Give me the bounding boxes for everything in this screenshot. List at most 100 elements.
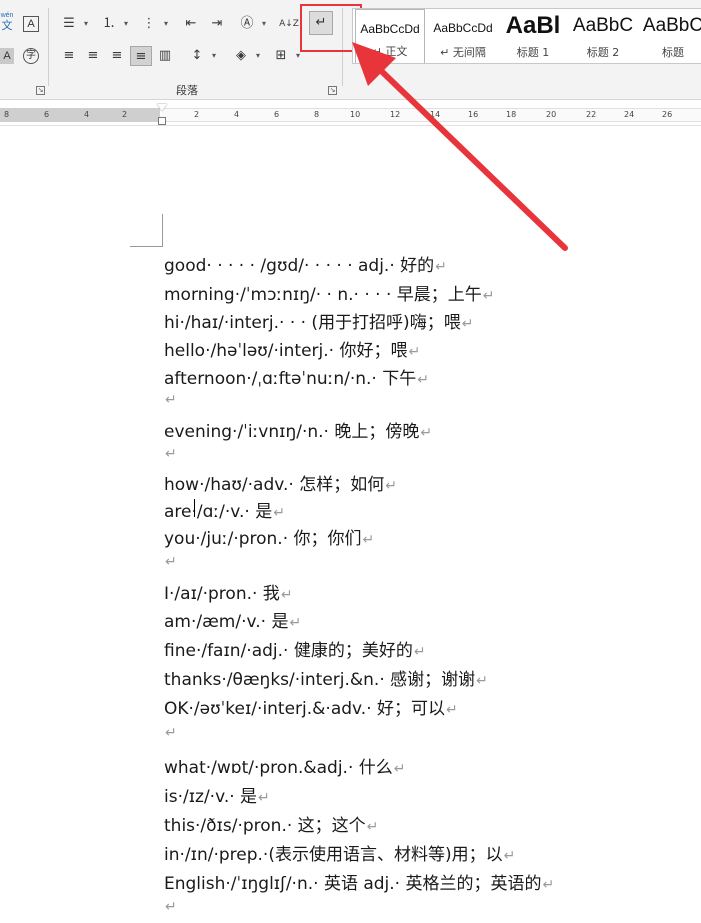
- left-indent-marker[interactable]: [158, 117, 166, 125]
- line-text: I·/aɪ/·pron.· 我: [164, 584, 280, 604]
- vocab-line[interactable]: am·/æm/·v.· 是↵: [164, 607, 301, 632]
- line-text: morning·/ˈmɔːnɪŋ/· · n.· · · · 早晨；上午: [164, 285, 482, 305]
- paragraph-mark: ↵: [542, 877, 555, 893]
- style-sample: AaBbCcDd: [433, 21, 493, 35]
- ruler-tick: 14: [430, 110, 441, 119]
- paragraph-mark: ↵: [476, 673, 488, 689]
- ruler-tick: 6: [274, 110, 280, 119]
- line-text: you·/juː/·pron.· 你；你们: [164, 529, 362, 549]
- horizontal-ruler[interactable]: 8 6 4 2 2 4 6 8 10 12 14 16 18 20 22 24 …: [0, 104, 701, 126]
- character-border-button[interactable]: A: [23, 16, 39, 32]
- ruler-tick: 8: [4, 110, 10, 119]
- vocab-line[interactable]: thanks·/θæŋks/·interj.&n.· 感谢；谢谢↵: [164, 665, 488, 690]
- phonetic-guide-button[interactable]: wén 文: [0, 12, 14, 36]
- style-heading-2[interactable]: AaBbC 标题 2: [571, 9, 635, 63]
- paragraph-mark: ↵: [258, 790, 270, 806]
- vocab-line[interactable]: OK·/əʊˈkeɪ/·interj.&·adv.· 好；可以↵: [164, 694, 458, 719]
- vocab-line[interactable]: good· · · · · /gʊd/· · · · · adj.· 好的↵: [164, 251, 447, 276]
- style-heading-1[interactable]: AaBl 标题 1: [499, 9, 567, 63]
- font-dialog-launcher[interactable]: ↘: [36, 86, 45, 95]
- paragraph-mark: ↵: [273, 505, 285, 521]
- align-left-button[interactable]: ≡: [58, 46, 80, 66]
- empty-line[interactable]: ↵: [164, 389, 177, 409]
- vocab-line[interactable]: English·/ˈɪŋglɪʃ/·n.· 英语 adj.· 英格兰的；英语的↵: [164, 869, 554, 894]
- paragraph-mark: ↵: [366, 819, 379, 835]
- borders-button[interactable]: ⊞: [270, 46, 300, 66]
- numbering-button[interactable]: ⒈: [98, 14, 128, 34]
- empty-line[interactable]: ↵: [164, 722, 177, 742]
- vocab-line[interactable]: are·/ɑː/·v.· 是↵: [164, 497, 285, 522]
- paragraph-dialog-launcher[interactable]: ↘: [328, 86, 337, 95]
- ruler-tick: 2: [194, 110, 200, 119]
- style-name: ↵ 正文: [372, 45, 408, 58]
- style-normal[interactable]: AaBbCcDd ↵ 正文: [355, 9, 425, 63]
- vocab-line[interactable]: morning·/ˈmɔːnɪŋ/· · n.· · · · 早晨；上午↵: [164, 280, 495, 305]
- vocab-line[interactable]: how·/haʊ/·adv.· 怎样；如何↵: [164, 470, 397, 495]
- vocab-line[interactable]: fine·/faɪn/·adj.· 健康的；美好的↵: [164, 636, 426, 661]
- line-text: evening·/ˈiːvnɪŋ/·n.· 晚上；傍晚: [164, 422, 420, 442]
- vocab-line[interactable]: I·/aɪ/·pron.· 我↵: [164, 579, 293, 604]
- line-text: hi·/haɪ/·interj.· · · (用于打招呼)嗨；喂: [164, 313, 461, 333]
- ruler-margin-area: [0, 108, 160, 122]
- line-text: fine·/faɪn/·adj.· 健康的；美好的: [164, 641, 413, 661]
- text-cursor: [194, 499, 195, 517]
- vocab-line[interactable]: this·/ðɪs/·pron.· 这；这个↵: [164, 811, 378, 836]
- justify-button[interactable]: ≡: [130, 46, 152, 66]
- style-name: 标题: [662, 46, 684, 59]
- enclose-characters-button[interactable]: 字: [23, 48, 39, 64]
- increase-indent-button[interactable]: ⇥: [206, 14, 228, 34]
- paragraph-mark: ↵: [362, 532, 375, 548]
- empty-line[interactable]: ↵: [164, 896, 177, 916]
- vocab-line[interactable]: evening·/ˈiːvnɪŋ/·n.· 晚上；傍晚↵: [164, 417, 432, 442]
- line-text: are·/ɑː/·v.· 是: [164, 502, 273, 522]
- vocab-line[interactable]: is·/ɪz/·v.· 是↵: [164, 782, 270, 807]
- line-text: afternoon·/ˌɑːftəˈnuːn/·n.· 下午: [164, 369, 417, 389]
- paragraph-mark: ↵: [461, 316, 474, 332]
- vocab-line[interactable]: hi·/haɪ/·interj.· · · (用于打招呼)嗨；喂↵: [164, 308, 473, 333]
- style-name: ↵ 无间隔: [440, 46, 486, 59]
- indent-marker[interactable]: [157, 104, 167, 126]
- ruler-tick: 26: [662, 110, 673, 119]
- line-spacing-button[interactable]: ↕: [186, 46, 216, 66]
- bullets-button[interactable]: ☰: [58, 14, 88, 34]
- ruler-tick: 4: [84, 110, 90, 119]
- ruler-tick: 16: [468, 110, 479, 119]
- line-text: what·/wɒt/·pron.&adj.· 什么: [164, 758, 393, 778]
- decrease-indent-button[interactable]: ⇤: [180, 14, 202, 34]
- paragraph-group-label: 段落: [176, 84, 198, 97]
- align-right-button[interactable]: ≡: [106, 46, 128, 66]
- ruler-tick: 22: [586, 110, 597, 119]
- sort-button[interactable]: A↓Z: [278, 14, 300, 34]
- paragraph-mark: ↵: [289, 615, 302, 631]
- annotation-arrow: [352, 42, 568, 251]
- ruler-tick: 4: [234, 110, 240, 119]
- ruler-tick: 12: [390, 110, 401, 119]
- phonetic-guide-pinyin: wén: [0, 12, 14, 19]
- first-line-indent-marker[interactable]: [157, 104, 167, 111]
- ruler-tick: 20: [546, 110, 557, 119]
- line-text: hello·/həˈləʊ/·interj.· 你好；喂: [164, 341, 408, 361]
- style-no-spacing[interactable]: AaBbCcDd ↵ 无间隔: [429, 9, 497, 63]
- style-sample: AaBbC: [572, 15, 634, 36]
- ruler-tick: 8: [314, 110, 320, 119]
- vocab-line[interactable]: hello·/həˈləʊ/·interj.· 你好；喂↵: [164, 336, 420, 361]
- empty-line[interactable]: ↵: [164, 443, 177, 463]
- paragraph-mark: ↵: [435, 259, 447, 275]
- character-shading-button[interactable]: A: [0, 48, 14, 64]
- paragraph-mark: ↵: [165, 392, 177, 408]
- distributed-button[interactable]: ▥: [154, 46, 176, 66]
- align-center-button[interactable]: ≡: [82, 46, 104, 66]
- styles-gallery: AaBbCcDd ↵ 正文 AaBbCcDd ↵ 无间隔 AaBl 标题 1 A…: [352, 8, 701, 64]
- line-text: English·/ˈɪŋglɪʃ/·n.· 英语 adj.· 英格兰的；英语的: [164, 874, 542, 894]
- line-text: good· · · · · /gʊd/· · · · · adj.· 好的: [164, 256, 435, 276]
- vocab-line[interactable]: afternoon·/ˌɑːftəˈnuːn/·n.· 下午↵: [164, 364, 429, 389]
- multilevel-list-button[interactable]: ⋮: [138, 14, 169, 34]
- shading-button[interactable]: ◈: [230, 46, 260, 66]
- vocab-line[interactable]: in·/ɪn/·prep.·(表示使用语言、材料等)用；以↵: [164, 840, 515, 865]
- vocab-line[interactable]: what·/wɒt/·pron.&adj.· 什么↵: [164, 753, 406, 778]
- chinese-layout-button[interactable]: Ⓐ: [236, 14, 266, 34]
- line-text: how·/haʊ/·adv.· 怎样；如何: [164, 475, 385, 495]
- style-title[interactable]: AaBbC 标题: [641, 9, 701, 63]
- vocab-line[interactable]: you·/juː/·pron.· 你；你们↵: [164, 524, 374, 549]
- empty-line[interactable]: ↵: [164, 551, 177, 571]
